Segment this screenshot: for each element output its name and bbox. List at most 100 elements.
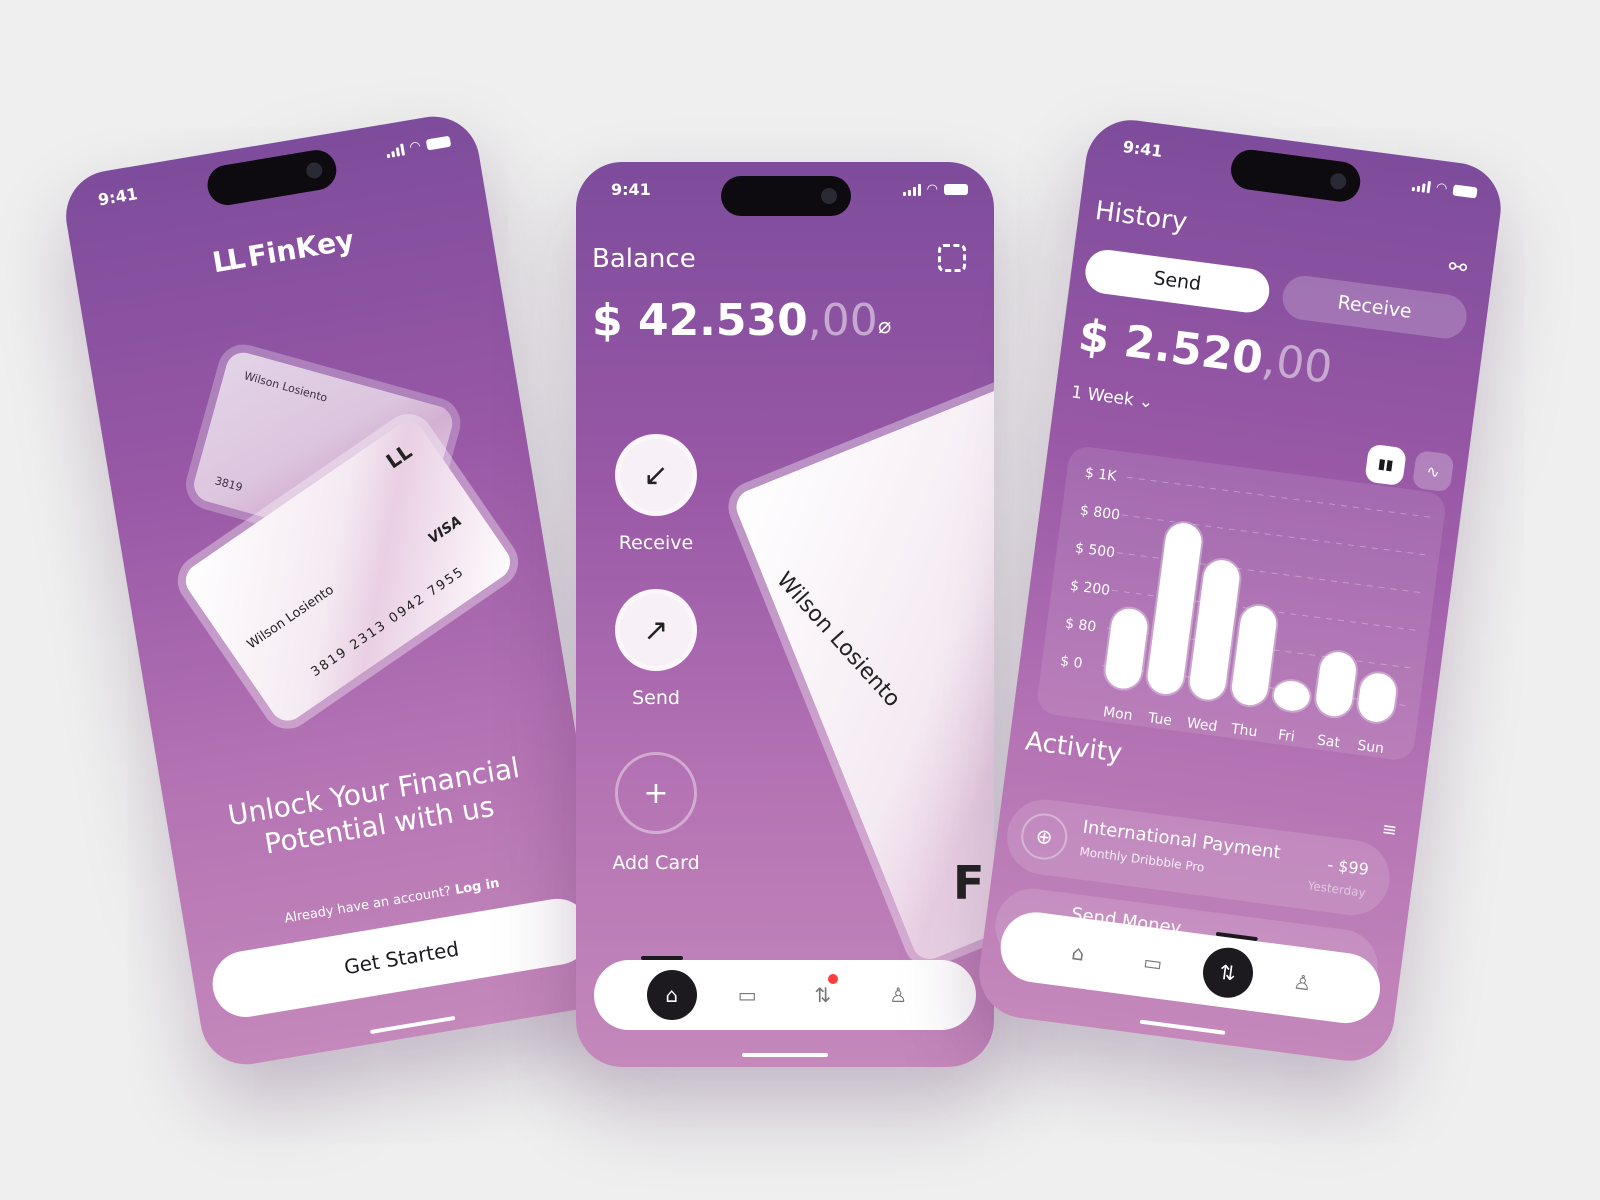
signal-icon <box>385 143 405 158</box>
card-logo: F <box>952 856 985 911</box>
x-tick-label: Thu <box>1229 721 1258 740</box>
home-indicator <box>1139 1019 1226 1035</box>
card-holder-name: Wilson Losiento <box>771 567 905 713</box>
login-link[interactable]: Log in <box>454 876 501 898</box>
home-indicator <box>742 1053 828 1057</box>
history-title: History <box>1093 195 1189 238</box>
status-time: 9:41 <box>1121 137 1164 162</box>
dynamic-island <box>1228 147 1363 205</box>
bar-fri <box>1271 679 1312 713</box>
user-icon: ♙ <box>1292 969 1314 996</box>
chart-panel: $ 1K $ 800 $ 500 $ 200 $ 80 $ 0 Mon Tue Wed Thu Fr… <box>1035 444 1448 762</box>
arrow-down-left-icon: ↙ <box>643 457 669 493</box>
balance-screen: 9:41 ◠ Balance $ 42.530,00 ⌀ Wilson Losi… <box>576 162 994 1067</box>
card-holder-name: Wilson Losiento <box>244 582 337 653</box>
wallet-icon: ▭ <box>737 983 757 1007</box>
bar-sat <box>1314 650 1358 719</box>
user-icon: ♙ <box>889 983 908 1007</box>
x-tick-label: Sun <box>1356 738 1385 757</box>
y-tick-label: $ 800 <box>1079 503 1121 524</box>
plus-icon: + <box>643 775 669 811</box>
y-tick-label: $ 80 <box>1064 616 1097 636</box>
arrow-up-right-icon: ↗ <box>643 612 669 648</box>
card-number: 3819 <box>213 474 244 495</box>
transfer-icon: ⇅ <box>814 983 832 1007</box>
nav-transfer[interactable]: ⇅ <box>1199 944 1256 1001</box>
signal-icon <box>1411 179 1431 193</box>
bar-chart-icon: ▮▮ <box>1376 455 1395 474</box>
add-card-label: Add Card <box>612 852 700 874</box>
x-tick-label: Fri <box>1277 727 1296 745</box>
logo: LLFinKey <box>210 223 357 280</box>
balance-amount: $ 42.530,00 <box>592 295 878 346</box>
receive-label: Receive <box>618 532 694 554</box>
history-amount: $ 2.520,00 <box>1075 310 1336 394</box>
card-holder-name: Wilson Losiento <box>242 369 329 405</box>
bar-mon <box>1103 606 1150 691</box>
status-icons: ◠ <box>385 134 452 160</box>
battery-icon <box>425 135 452 151</box>
y-tick-label: $ 200 <box>1069 578 1111 599</box>
tab-receive[interactable]: Receive <box>1280 273 1470 342</box>
activity-date: Yesterday <box>1306 878 1367 900</box>
transfer-icon: ⇅ <box>1217 959 1238 986</box>
battery-icon <box>1452 184 1478 199</box>
visa-logo: VISA <box>425 513 465 548</box>
home-icon: ⌂ <box>665 983 679 1007</box>
send-label: Send <box>632 687 680 709</box>
nav-home[interactable]: ⌂ <box>646 970 697 1020</box>
chevron-down-icon: ⌄ <box>1137 391 1155 413</box>
onboarding-screen: 9:41 ◠ LLFinKey Wilson Losiento 3819 LL … <box>59 109 621 1072</box>
wifi-icon: ◠ <box>1434 180 1449 197</box>
dynamic-island <box>204 147 340 209</box>
nav-wallet[interactable]: ▭ <box>722 970 772 1020</box>
globe-icon: ⊕ <box>1018 810 1071 863</box>
line-chart-toggle[interactable]: ∿ <box>1411 449 1455 493</box>
receive-button[interactable]: ↙ <box>615 434 697 516</box>
card-number: 3819 2313 0942 7955 <box>308 564 468 681</box>
scan-icon[interactable] <box>938 244 966 272</box>
add-card-button[interactable]: + <box>615 752 697 834</box>
signal-icon <box>902 183 921 196</box>
get-started-button[interactable]: Get Started <box>207 893 596 1022</box>
headline: Unlock Your Financial Potential with us <box>225 751 522 861</box>
activity-title: Activity <box>1023 726 1124 769</box>
status-time: 9:41 <box>611 180 651 199</box>
status-icons: ◠ <box>1411 177 1478 200</box>
wallet-icon: ▭ <box>1141 949 1164 976</box>
send-button[interactable]: ↗ <box>615 589 697 671</box>
nav-profile[interactable]: ♙ <box>873 970 923 1020</box>
eye-off-icon[interactable]: ⌀ <box>878 314 891 339</box>
share-icon[interactable]: ⚯ <box>1447 255 1469 282</box>
x-tick-label: Wed <box>1186 715 1218 735</box>
nav-profile[interactable]: ♙ <box>1275 954 1331 1010</box>
nav-home[interactable]: ⌂ <box>1050 925 1106 981</box>
x-tick-label: Mon <box>1102 704 1133 724</box>
bar-thu <box>1229 603 1279 708</box>
y-tick-label: $ 500 <box>1074 540 1116 561</box>
y-tick-label: $ 0 <box>1059 653 1083 672</box>
line-chart-icon: ∿ <box>1425 460 1442 482</box>
home-icon: ⌂ <box>1070 940 1086 966</box>
activity-amount: - $99 <box>1326 854 1370 880</box>
wifi-icon: ◠ <box>408 138 422 156</box>
history-screen: 9:41 ◠ History ⚯ Send Receive $ 2.520,00… <box>973 114 1507 1067</box>
bar-chart: $ 1K $ 800 $ 500 $ 200 $ 80 $ 0 Mon Tue Wed Thu Fr… <box>1059 465 1435 757</box>
nav-wallet[interactable]: ▭ <box>1125 935 1181 991</box>
tab-send[interactable]: Send <box>1082 247 1272 316</box>
wifi-icon: ◠ <box>926 182 938 197</box>
payment-card: Wilson Losiento F <box>720 369 994 975</box>
notification-dot <box>827 974 838 984</box>
bar-chart-toggle[interactable]: ▮▮ <box>1364 443 1407 487</box>
y-tick-label: $ 1K <box>1084 465 1118 485</box>
status-icons: ◠ <box>902 182 968 197</box>
period-dropdown[interactable]: 1 Week ⌄ <box>1070 382 1154 413</box>
balance-title: Balance <box>592 244 696 274</box>
battery-icon <box>944 184 968 195</box>
filter-icon[interactable]: ≡ <box>1381 819 1399 842</box>
card-logo: LL <box>381 439 417 474</box>
home-indicator <box>369 1015 456 1035</box>
status-time: 9:41 <box>96 184 140 210</box>
nav-transfer[interactable]: ⇅ <box>798 970 848 1020</box>
dynamic-island <box>721 176 851 216</box>
